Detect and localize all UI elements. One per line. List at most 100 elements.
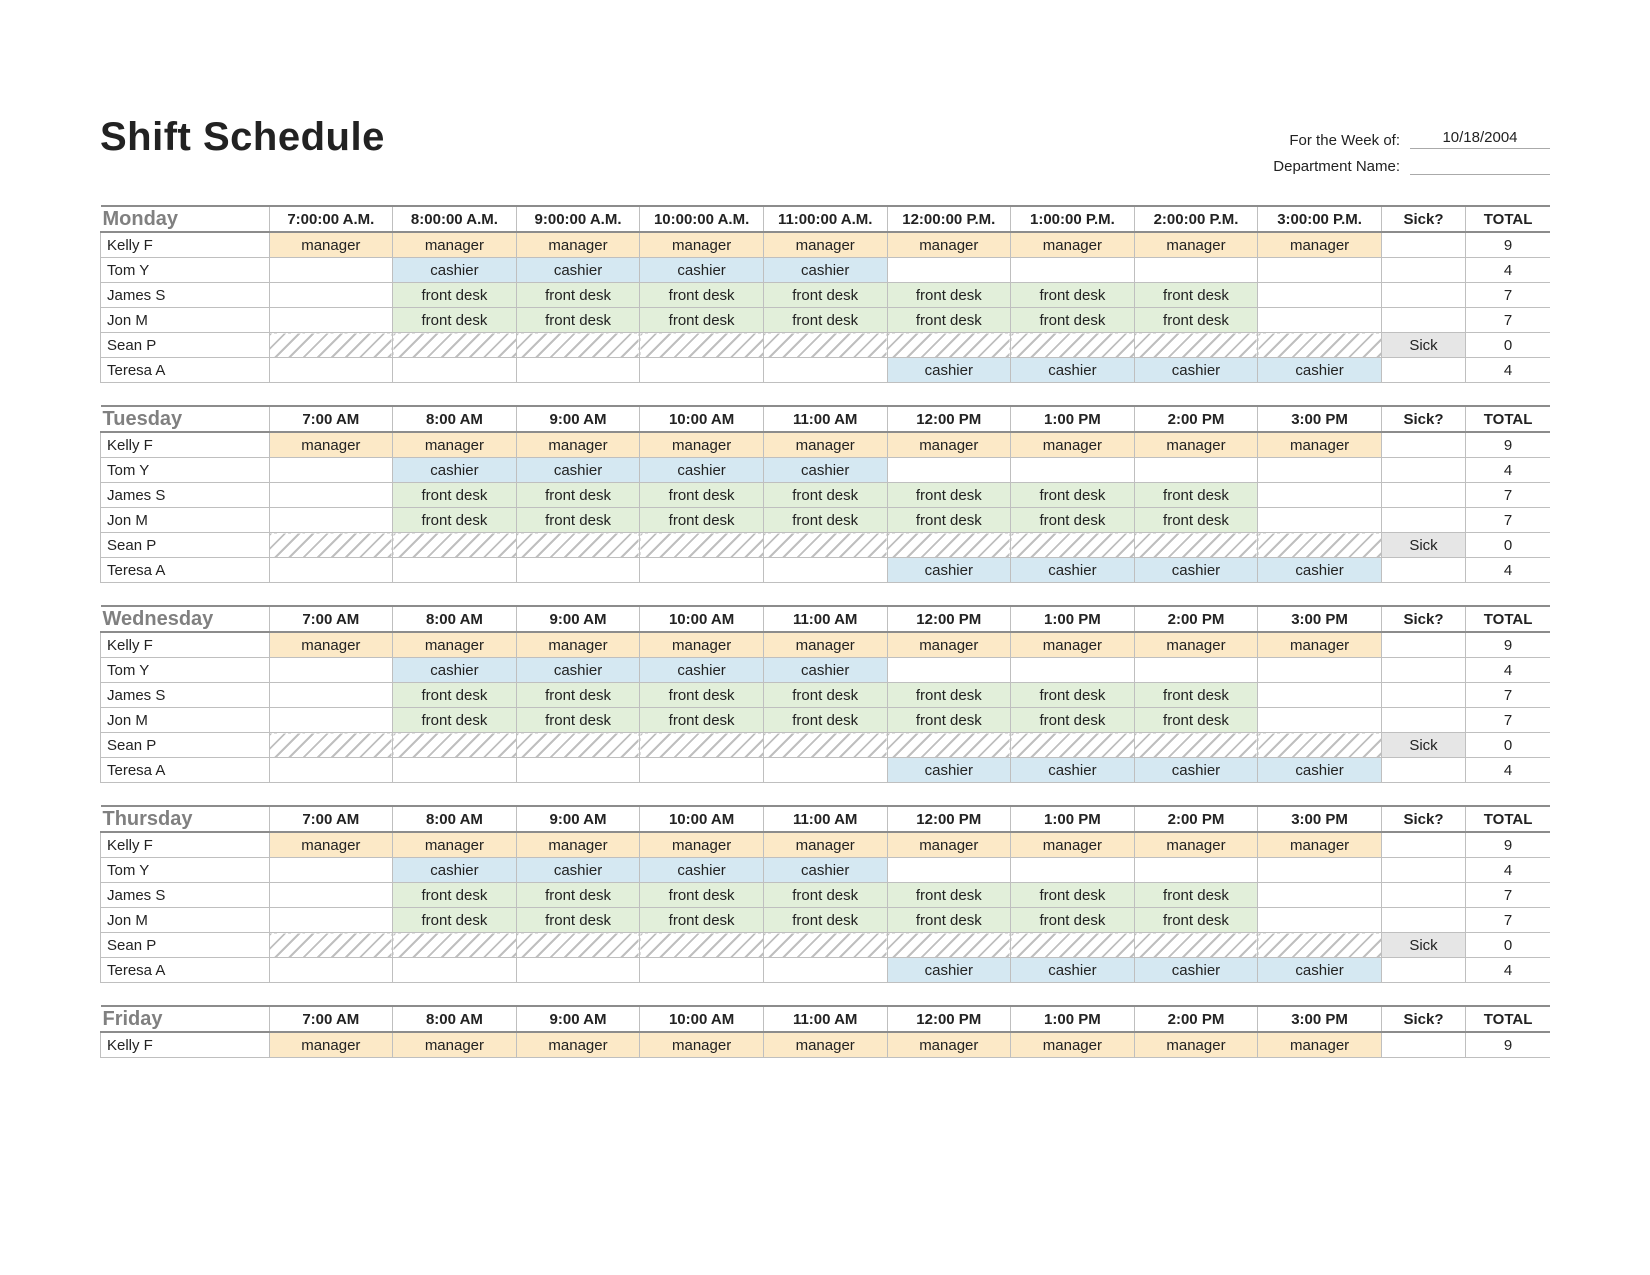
shift-cell[interactable] [516, 733, 640, 758]
shift-cell[interactable]: manager [1011, 632, 1135, 658]
shift-cell[interactable]: cashier [763, 258, 887, 283]
shift-cell[interactable]: front desk [393, 883, 517, 908]
shift-cell[interactable] [269, 508, 393, 533]
shift-cell[interactable] [763, 933, 887, 958]
shift-cell[interactable]: cashier [393, 458, 517, 483]
shift-cell[interactable]: manager [887, 432, 1011, 458]
sick-cell[interactable]: Sick [1381, 933, 1465, 958]
shift-cell[interactable]: cashier [516, 858, 640, 883]
shift-cell[interactable] [393, 533, 517, 558]
shift-cell[interactable]: front desk [516, 883, 640, 908]
shift-cell[interactable] [269, 733, 393, 758]
shift-cell[interactable]: front desk [1134, 283, 1258, 308]
shift-cell[interactable] [887, 458, 1011, 483]
shift-cell[interactable]: front desk [640, 708, 764, 733]
sick-cell[interactable] [1381, 483, 1465, 508]
shift-cell[interactable]: manager [1011, 1032, 1135, 1058]
shift-cell[interactable] [393, 333, 517, 358]
shift-cell[interactable] [516, 758, 640, 783]
shift-cell[interactable]: front desk [1134, 883, 1258, 908]
shift-cell[interactable]: cashier [393, 658, 517, 683]
shift-cell[interactable]: cashier [640, 858, 764, 883]
shift-cell[interactable]: front desk [1011, 508, 1135, 533]
shift-cell[interactable]: manager [1134, 832, 1258, 858]
shift-cell[interactable]: cashier [763, 858, 887, 883]
sick-cell[interactable] [1381, 858, 1465, 883]
shift-cell[interactable]: manager [640, 432, 764, 458]
shift-cell[interactable]: manager [887, 632, 1011, 658]
shift-cell[interactable]: front desk [516, 708, 640, 733]
shift-cell[interactable]: cashier [1258, 758, 1382, 783]
shift-cell[interactable]: cashier [640, 258, 764, 283]
shift-cell[interactable]: front desk [393, 508, 517, 533]
sick-cell[interactable] [1381, 283, 1465, 308]
sick-cell[interactable] [1381, 883, 1465, 908]
shift-cell[interactable] [1134, 733, 1258, 758]
shift-cell[interactable] [1258, 533, 1382, 558]
shift-cell[interactable] [516, 533, 640, 558]
sick-cell[interactable]: Sick [1381, 333, 1465, 358]
sick-cell[interactable] [1381, 908, 1465, 933]
shift-cell[interactable]: front desk [887, 508, 1011, 533]
sick-cell[interactable] [1381, 958, 1465, 983]
shift-cell[interactable] [393, 358, 517, 383]
shift-cell[interactable]: manager [516, 632, 640, 658]
shift-cell[interactable]: front desk [393, 908, 517, 933]
shift-cell[interactable] [1258, 483, 1382, 508]
shift-cell[interactable]: cashier [1258, 958, 1382, 983]
shift-cell[interactable]: manager [640, 1032, 764, 1058]
shift-cell[interactable]: manager [887, 1032, 1011, 1058]
shift-cell[interactable] [1258, 683, 1382, 708]
shift-cell[interactable] [1258, 708, 1382, 733]
shift-cell[interactable] [887, 933, 1011, 958]
shift-cell[interactable] [269, 908, 393, 933]
shift-cell[interactable]: manager [1258, 432, 1382, 458]
shift-cell[interactable] [269, 958, 393, 983]
shift-cell[interactable] [1134, 258, 1258, 283]
shift-cell[interactable]: manager [1134, 632, 1258, 658]
shift-cell[interactable] [269, 883, 393, 908]
shift-cell[interactable]: front desk [1011, 908, 1135, 933]
shift-cell[interactable]: manager [393, 632, 517, 658]
shift-cell[interactable]: manager [763, 1032, 887, 1058]
sick-cell[interactable]: Sick [1381, 733, 1465, 758]
shift-cell[interactable]: cashier [640, 458, 764, 483]
shift-cell[interactable]: cashier [887, 558, 1011, 583]
shift-cell[interactable] [269, 933, 393, 958]
shift-cell[interactable] [1011, 258, 1135, 283]
shift-cell[interactable] [1258, 658, 1382, 683]
shift-cell[interactable]: front desk [887, 308, 1011, 333]
shift-cell[interactable]: front desk [887, 883, 1011, 908]
sick-cell[interactable] [1381, 508, 1465, 533]
shift-cell[interactable]: front desk [1011, 683, 1135, 708]
shift-cell[interactable] [269, 358, 393, 383]
shift-cell[interactable]: front desk [1134, 683, 1258, 708]
shift-cell[interactable]: manager [1258, 832, 1382, 858]
sick-cell[interactable] [1381, 683, 1465, 708]
shift-cell[interactable] [269, 858, 393, 883]
shift-cell[interactable] [640, 733, 764, 758]
shift-cell[interactable]: front desk [1134, 508, 1258, 533]
shift-cell[interactable]: manager [1258, 232, 1382, 258]
shift-cell[interactable]: manager [516, 232, 640, 258]
shift-cell[interactable] [1011, 658, 1135, 683]
shift-cell[interactable]: cashier [1134, 558, 1258, 583]
shift-cell[interactable] [1258, 283, 1382, 308]
sick-cell[interactable] [1381, 432, 1465, 458]
shift-cell[interactable] [887, 858, 1011, 883]
sick-cell[interactable] [1381, 308, 1465, 333]
shift-cell[interactable] [1258, 458, 1382, 483]
shift-cell[interactable] [763, 558, 887, 583]
shift-cell[interactable] [1258, 858, 1382, 883]
shift-cell[interactable] [1258, 258, 1382, 283]
sick-cell[interactable] [1381, 758, 1465, 783]
shift-cell[interactable]: cashier [393, 858, 517, 883]
shift-cell[interactable] [1134, 933, 1258, 958]
sick-cell[interactable] [1381, 232, 1465, 258]
shift-cell[interactable]: front desk [1134, 483, 1258, 508]
shift-cell[interactable] [269, 533, 393, 558]
shift-cell[interactable]: manager [1258, 632, 1382, 658]
shift-cell[interactable]: front desk [763, 708, 887, 733]
shift-cell[interactable]: front desk [1011, 308, 1135, 333]
shift-cell[interactable] [269, 658, 393, 683]
